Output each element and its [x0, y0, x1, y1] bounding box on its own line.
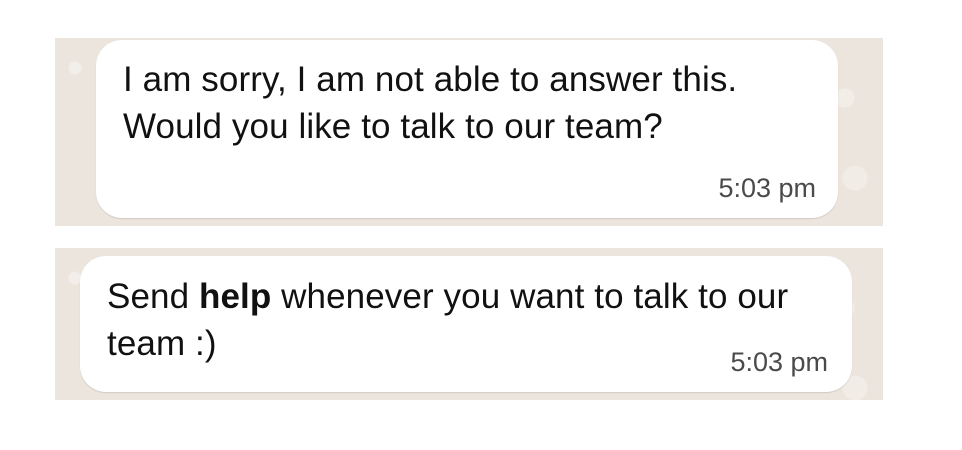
incoming-message-bubble[interactable]: I am sorry, I am not able to answer this…: [96, 40, 838, 218]
message-text: Send help whenever you want to talk to o…: [107, 273, 827, 367]
message-timestamp: 5:03 pm: [730, 347, 828, 377]
message-text: I am sorry, I am not able to answer this…: [123, 60, 738, 146]
message-timestamp: 5:03 pm: [718, 173, 816, 203]
message-text-start: Send: [107, 277, 199, 316]
message-keyword: help: [198, 277, 272, 316]
incoming-message-bubble[interactable]: Send help whenever you want to talk to o…: [80, 256, 852, 392]
